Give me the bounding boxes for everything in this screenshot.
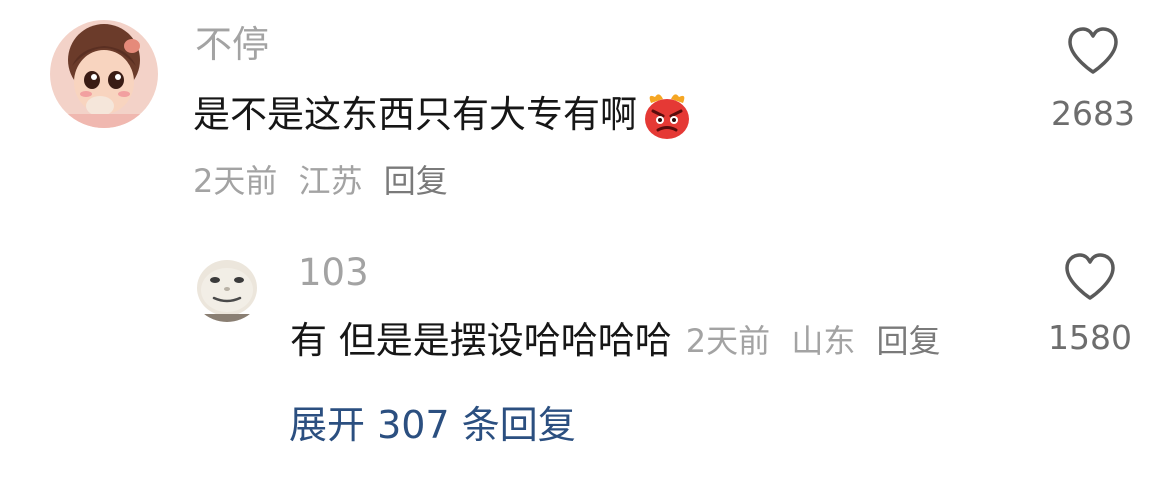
reply-time: 2天前 [685, 322, 771, 360]
angry-devil-icon [641, 89, 693, 141]
like-count: 2683 [1051, 94, 1135, 133]
comment-body: 是不是这东西只有大专有啊 [193, 93, 637, 136]
reply-body: 有 但是是摆设哈哈哈哈 [290, 319, 672, 362]
reply-location: 山东 [791, 322, 856, 360]
reply-button[interactable]: 回复 [877, 322, 941, 360]
avatar[interactable] [190, 248, 264, 322]
like-control[interactable]: 2683 [1043, 26, 1143, 134]
username[interactable]: 不停 [195, 23, 269, 67]
comment-thread: 不停 是不是这东西只有大专有啊 2天前 江苏 回复 2683 103 有 但是是… [0, 0, 1170, 480]
comment-location: 江苏 [298, 162, 363, 200]
heart-icon[interactable] [1063, 252, 1117, 302]
reply-text: 有 但是是摆设哈哈哈哈 2天前 山东 回复 [290, 318, 952, 364]
reply-meta: 2天前 山东 回复 [686, 318, 952, 364]
heart-icon[interactable] [1066, 26, 1120, 76]
avatar[interactable] [50, 20, 158, 128]
like-count: 1580 [1048, 318, 1132, 357]
comment-meta: 2天前 江苏 回复 [193, 161, 459, 201]
like-control[interactable]: 1580 [1040, 252, 1140, 358]
expand-replies-link[interactable]: 展开 307 条回复 [289, 402, 576, 448]
comment-text: 是不是这东西只有大专有啊 [193, 89, 693, 141]
username[interactable]: 103 [298, 251, 369, 295]
comment-time: 2天前 [193, 162, 278, 200]
reply-button[interactable]: 回复 [384, 162, 448, 200]
